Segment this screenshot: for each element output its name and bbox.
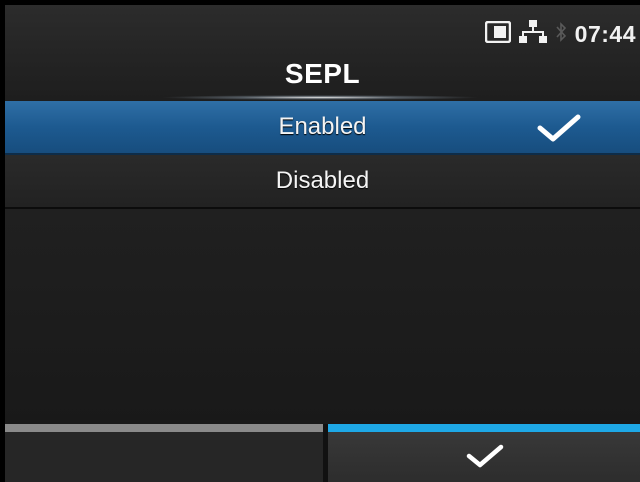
confirm-softkey-indicator — [328, 424, 640, 432]
check-icon — [466, 444, 504, 473]
option-label: Enabled — [278, 113, 367, 140]
left-softkey-indicator — [5, 424, 323, 432]
option-label: Disabled — [275, 167, 370, 194]
printer-screen: 07:44 SEPL Enabled Disabled — [5, 5, 640, 482]
title-underline — [160, 95, 480, 100]
check-icon — [537, 114, 581, 149]
network-icon — [518, 19, 547, 50]
page-title: SEPL — [284, 58, 361, 89]
softkey-bar — [5, 424, 640, 482]
list-empty-area — [5, 209, 640, 424]
status-bar: 07:44 — [484, 17, 636, 51]
clock: 07:44 — [574, 20, 636, 47]
sd-card-icon — [484, 20, 511, 48]
option-disabled[interactable]: Disabled — [5, 155, 640, 209]
confirm-softkey[interactable] — [328, 424, 640, 482]
header: 07:44 SEPL — [5, 5, 640, 100]
bluetooth-icon — [555, 20, 567, 49]
option-list: Enabled Disabled — [5, 101, 640, 209]
option-enabled[interactable]: Enabled — [5, 101, 640, 155]
left-softkey[interactable] — [5, 424, 323, 482]
